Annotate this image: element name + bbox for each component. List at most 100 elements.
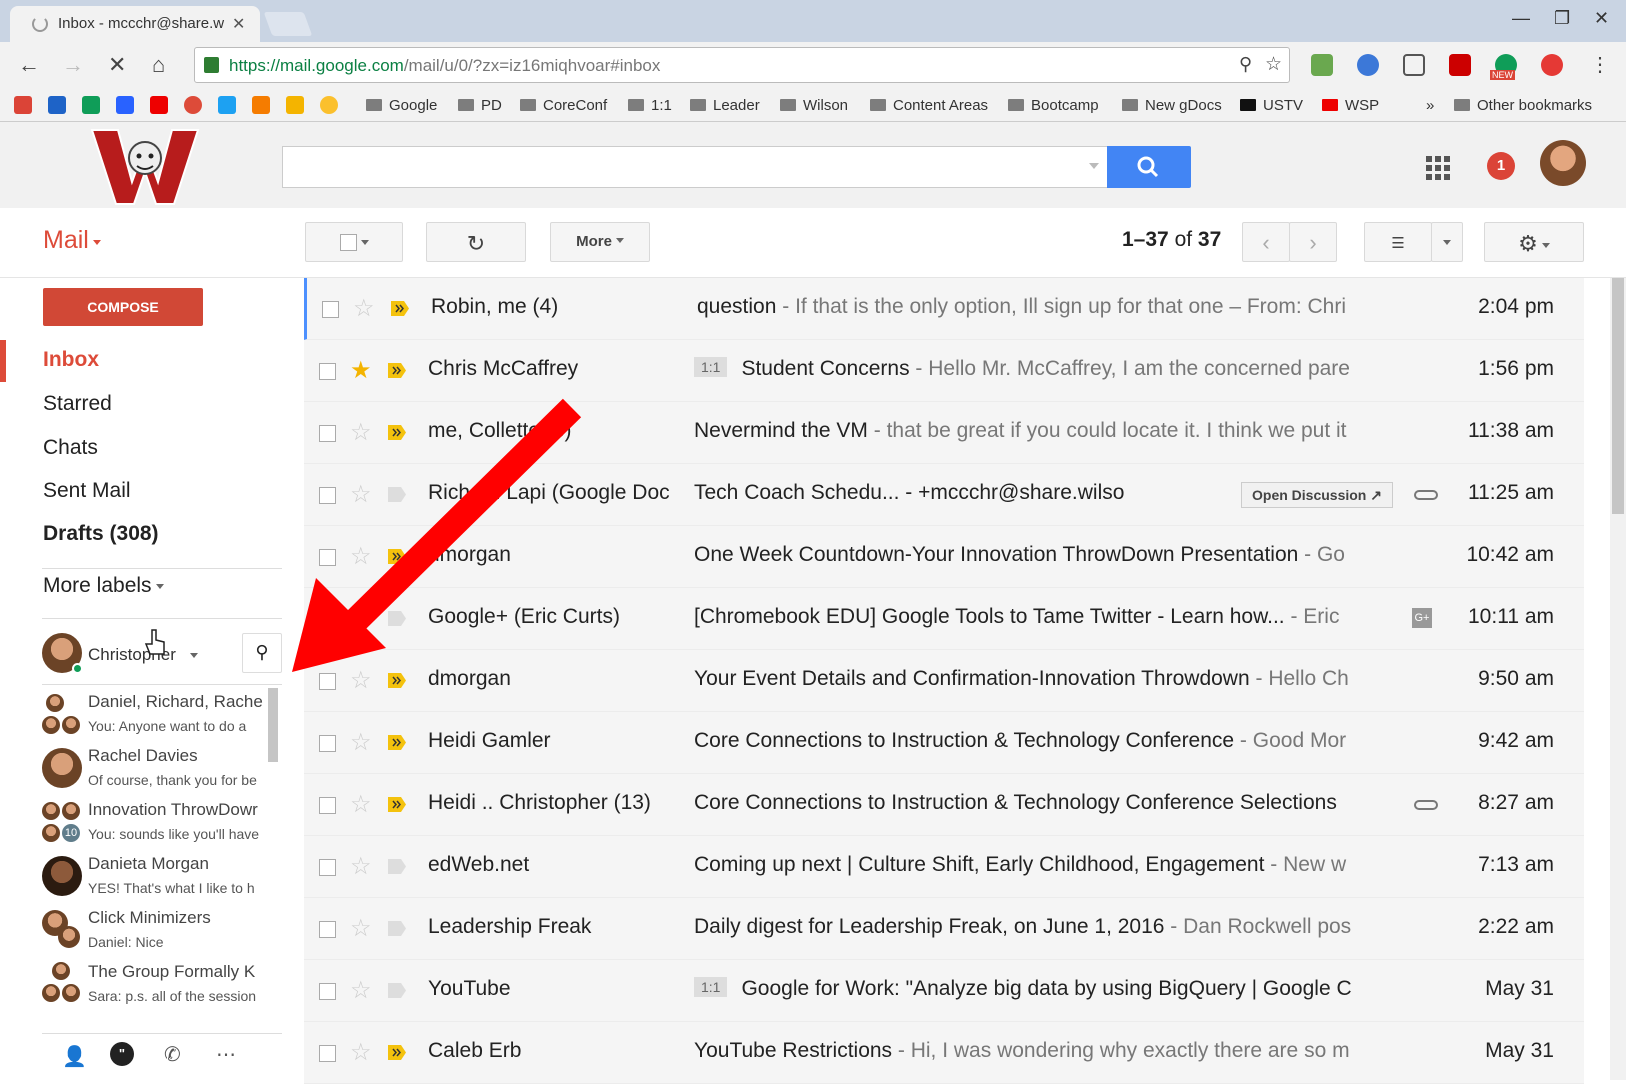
email-row[interactable]: ☆ YouTube 1:1 Google for Work: "Analyze big…	[304, 960, 1584, 1022]
select-all-button[interactable]	[305, 222, 403, 262]
bookmark-icon[interactable]	[252, 96, 270, 114]
bookmark-folder[interactable]: 1:1	[628, 97, 672, 114]
browser-tab[interactable]: Inbox - mccchr@share.w ✕	[10, 6, 260, 42]
close-window-icon[interactable]: ✕	[1594, 8, 1609, 29]
star-icon[interactable]: ☆	[353, 294, 375, 323]
row-checkbox[interactable]	[319, 921, 336, 938]
importance-marker-icon[interactable]	[388, 487, 406, 502]
search-button[interactable]	[1107, 146, 1191, 188]
home-icon[interactable]: ⌂	[152, 52, 165, 78]
star-icon[interactable]: ☆	[350, 542, 372, 571]
newer-button[interactable]: ‹	[1242, 222, 1290, 262]
search-options-icon[interactable]	[1089, 163, 1099, 169]
keep-icon[interactable]	[320, 96, 338, 114]
bookmark-folder[interactable]: PD	[458, 97, 502, 114]
star-icon[interactable]: ☆	[350, 790, 372, 819]
contacts-icon[interactable]: 👤	[62, 1044, 87, 1069]
row-checkbox[interactable]	[322, 301, 339, 318]
email-row[interactable]: ☆ me, Collette (3) Nevermind the VM - that…	[304, 402, 1584, 464]
split-pane-dropdown[interactable]	[1431, 222, 1463, 262]
email-row[interactable]: ☆ Caleb Erb YouTube Restrictions - Hi, I w…	[304, 1022, 1584, 1084]
email-row[interactable]: ☆ Richard Lapi (Google Doc Tech Coach Sche…	[304, 464, 1584, 526]
more-icon[interactable]: ⋯	[216, 1042, 236, 1067]
split-pane-button[interactable]: ☰	[1364, 222, 1432, 262]
importance-marker-icon[interactable]	[388, 673, 406, 688]
chat-conversation[interactable]: The Group Formally K Sara: p.s. all of t…	[42, 958, 272, 1012]
star-icon[interactable]: ☆	[350, 914, 372, 943]
bookmark-folder[interactable]: Content Areas	[870, 97, 988, 114]
open-discussion-button[interactable]: Open Discussion ↗	[1241, 482, 1393, 508]
row-checkbox[interactable]	[319, 549, 336, 566]
nav-drafts[interactable]: Drafts (308)	[43, 522, 159, 546]
school-logo[interactable]	[90, 126, 200, 206]
bookmark-ustv[interactable]: USTV	[1240, 97, 1303, 114]
bookmarks-overflow[interactable]: »	[1426, 97, 1434, 114]
bookmark-folder[interactable]: Bootcamp	[1008, 97, 1099, 114]
page-scrollbar[interactable]	[1610, 278, 1626, 1080]
row-checkbox[interactable]	[319, 487, 336, 504]
row-checkbox[interactable]	[319, 859, 336, 876]
mail-search-input[interactable]	[282, 146, 1108, 188]
youtube-icon[interactable]	[150, 96, 168, 114]
extension-icon[interactable]	[1311, 54, 1333, 76]
minimize-icon[interactable]: —	[1512, 8, 1530, 29]
phone-icon[interactable]: ✆	[164, 1042, 181, 1067]
apps-grid-icon[interactable]	[1426, 156, 1450, 180]
bookmark-folder[interactable]: Wilson	[780, 97, 848, 114]
row-checkbox[interactable]	[319, 611, 336, 628]
bookmark-icon[interactable]	[286, 96, 304, 114]
zoom-icon[interactable]: ⚲	[1239, 54, 1252, 75]
bookmark-folder[interactable]: CoreConf	[520, 97, 607, 114]
row-checkbox[interactable]	[319, 363, 336, 380]
row-checkbox[interactable]	[319, 983, 336, 1000]
star-icon[interactable]: ☆	[350, 418, 372, 447]
importance-marker-icon[interactable]	[388, 1045, 406, 1060]
importance-marker-icon[interactable]	[388, 859, 406, 874]
extension-icon[interactable]	[1449, 54, 1471, 76]
star-icon[interactable]: ☆	[350, 666, 372, 695]
bookmark-folder[interactable]: New gDocs	[1122, 97, 1222, 114]
calendar-icon[interactable]	[48, 96, 66, 114]
importance-marker-icon[interactable]	[388, 611, 406, 626]
refresh-button[interactable]: ↻	[426, 222, 526, 262]
opera-icon[interactable]	[1541, 54, 1563, 76]
importance-marker-icon[interactable]	[388, 363, 406, 378]
star-icon[interactable]: ★	[350, 356, 372, 385]
extension-icon[interactable]	[1357, 54, 1379, 76]
settings-button[interactable]: ⚙	[1484, 222, 1584, 262]
importance-marker-icon[interactable]	[388, 921, 406, 936]
nav-inbox[interactable]: Inbox	[43, 348, 99, 372]
chat-search-button[interactable]: ⚲	[242, 633, 282, 673]
importance-marker-icon[interactable]	[388, 549, 406, 564]
mail-switcher[interactable]: Mail	[43, 226, 101, 255]
chat-conversation[interactable]: Rachel Davies Of course, thank you for b…	[42, 742, 272, 796]
nav-chats[interactable]: Chats	[43, 436, 98, 460]
email-row[interactable]: ☆ Google+ (Eric Curts) [Chromebook EDU] Go…	[304, 588, 1584, 650]
chat-conversation[interactable]: Daniel, Richard, Rache You: Anyone want …	[42, 688, 272, 742]
star-icon[interactable]: ☆	[350, 604, 372, 633]
more-button[interactable]: More	[550, 222, 650, 262]
star-icon[interactable]: ☆	[350, 1038, 372, 1067]
email-row[interactable]: ☆ dmorgan One Week Countdown-Your Innovati…	[304, 526, 1584, 588]
account-avatar[interactable]	[1540, 140, 1586, 186]
nav-starred[interactable]: Starred	[43, 392, 112, 416]
importance-marker-icon[interactable]	[388, 797, 406, 812]
email-row[interactable]: ☆ Robin, me (4) question - If that is the …	[304, 278, 1584, 340]
email-row[interactable]: ☆ Heidi Gamler Core Connections to Instruc…	[304, 712, 1584, 774]
importance-marker-icon[interactable]	[388, 735, 406, 750]
bookmark-folder[interactable]: Google	[366, 97, 437, 114]
chat-conversation[interactable]: Click Minimizers Daniel: Nice	[42, 904, 272, 958]
row-checkbox[interactable]	[319, 1045, 336, 1062]
twitter-icon[interactable]	[218, 96, 236, 114]
back-icon[interactable]: ←	[18, 52, 40, 78]
nav-sent-mail[interactable]: Sent Mail	[43, 479, 131, 503]
importance-marker-icon[interactable]	[391, 301, 409, 316]
row-checkbox[interactable]	[319, 425, 336, 442]
star-icon[interactable]: ☆	[350, 480, 372, 509]
gmail-icon[interactable]	[14, 96, 32, 114]
close-tab-icon[interactable]: ✕	[232, 14, 245, 34]
scrollbar-thumb[interactable]	[1612, 278, 1624, 514]
star-icon[interactable]: ☆	[350, 728, 372, 757]
row-checkbox[interactable]	[319, 735, 336, 752]
menu-icon[interactable]: ⋮	[1590, 52, 1610, 77]
